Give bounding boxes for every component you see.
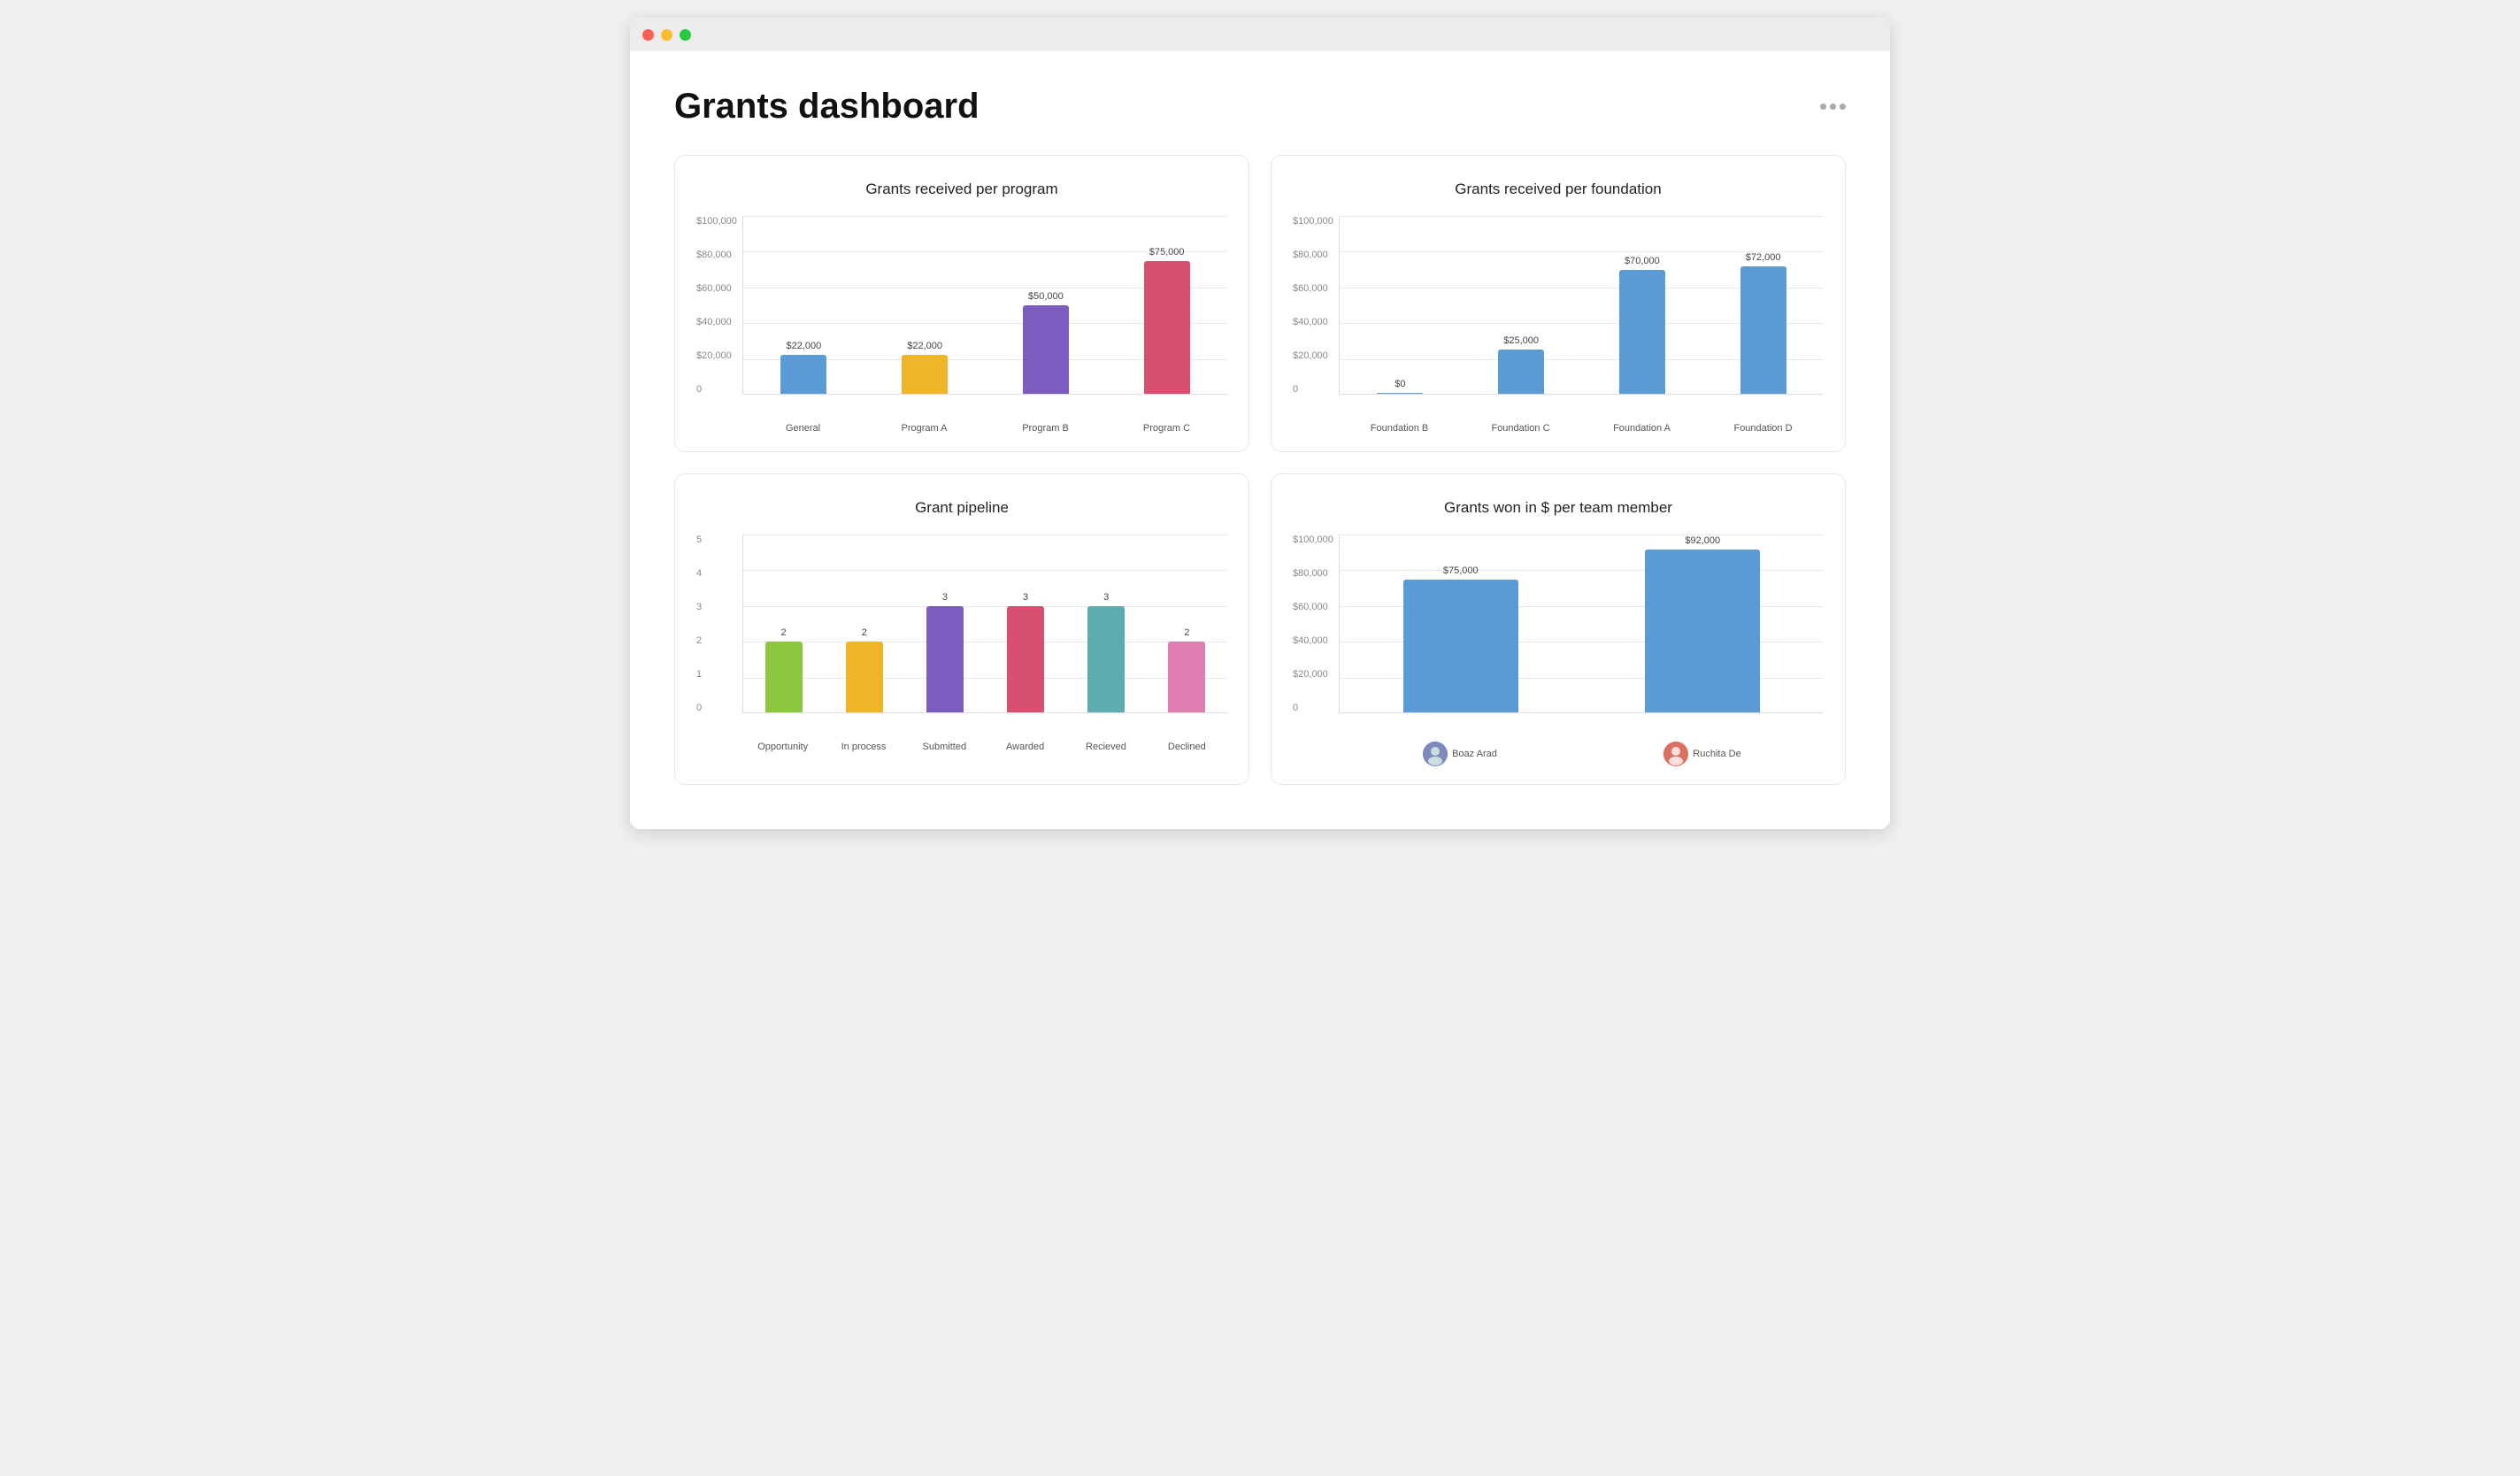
bars-program: $22,000 $22,000 $50,000: [742, 216, 1227, 395]
bar-general: $22,000: [780, 341, 826, 394]
chart-grants-per-program: Grants received per program 0 $20,000 $4…: [674, 155, 1249, 452]
bar-chart-pipeline: 0 1 2 3 4 5: [696, 534, 1227, 752]
chart-grants-per-foundation: Grants received per foundation 0 $20,000…: [1271, 155, 1846, 452]
bar-ruchita-de: $92,000: [1645, 535, 1760, 712]
bar-declined: 2: [1168, 627, 1205, 712]
bar-awarded: 3: [1007, 592, 1044, 712]
bar-foundation-a: $70,000: [1619, 256, 1665, 394]
charts-grid: Grants received per program 0 $20,000 $4…: [674, 155, 1846, 785]
x-labels-program: General Program A Program B Program C: [742, 423, 1227, 434]
page-header: Grants dashboard: [674, 87, 1846, 127]
bar-chart-foundation: 0 $20,000 $40,000 $60,000 $80,000 $100,0…: [1293, 216, 1824, 434]
bar-program-c: $75,000: [1144, 247, 1190, 394]
y-axis-pipeline: 0 1 2 3 4 5: [696, 534, 702, 713]
maximize-dot[interactable]: [680, 29, 691, 41]
avatar-ruchita-img: [1663, 742, 1688, 766]
chart-title-pipeline: Grant pipeline: [696, 499, 1227, 517]
bar-chart-program: 0 $20,000 $40,000 $60,000 $80,000 $100,0…: [696, 216, 1227, 434]
y-axis-program: 0 $20,000 $40,000 $60,000 $80,000 $100,0…: [696, 216, 737, 395]
chart-grants-per-member: Grants won in $ per team member 0 $20,00…: [1271, 473, 1846, 785]
avatar-boaz-img: [1423, 742, 1448, 766]
x-labels-pipeline: Opportunity In process Submitted Awarded…: [742, 742, 1227, 752]
bars-pipeline: 2 2 3 3: [742, 534, 1227, 713]
bar-received: 3: [1087, 592, 1125, 712]
bar-opportunity: 2: [765, 627, 803, 712]
x-labels-member: Boaz Arad: [1339, 742, 1824, 766]
chart-title-foundation: Grants received per foundation: [1293, 181, 1824, 198]
page-title: Grants dashboard: [674, 87, 980, 127]
titlebar: [630, 18, 1890, 51]
bar-foundation-b: $0: [1377, 379, 1423, 394]
x-labels-foundation: Foundation B Foundation C Foundation A F…: [1339, 423, 1824, 434]
bar-in-process: 2: [846, 627, 883, 712]
y-axis-member: 0 $20,000 $40,000 $60,000 $80,000 $100,0…: [1293, 534, 1333, 713]
minimize-dot[interactable]: [661, 29, 672, 41]
bars-member: $75,000 $92,000: [1339, 534, 1824, 713]
chart-title-program: Grants received per program: [696, 181, 1227, 198]
chart-grant-pipeline: Grant pipeline 0 1 2 3 4 5: [674, 473, 1249, 785]
y-axis-foundation: 0 $20,000 $40,000 $60,000 $80,000 $100,0…: [1293, 216, 1333, 395]
bar-boaz-arad: $75,000: [1403, 565, 1518, 712]
bars-foundation: $0 $25,000 $70,000: [1339, 216, 1824, 395]
bar-chart-member: 0 $20,000 $40,000 $60,000 $80,000 $100,0…: [1293, 534, 1824, 766]
bar-submitted: 3: [926, 592, 964, 712]
avatar-boaz: [1423, 742, 1448, 766]
bar-foundation-d: $72,000: [1740, 252, 1786, 394]
close-dot[interactable]: [642, 29, 654, 41]
chart-title-member: Grants won in $ per team member: [1293, 499, 1824, 517]
app-window: Grants dashboard Grants received per pro…: [630, 18, 1890, 829]
more-button[interactable]: [1820, 104, 1846, 110]
bar-program-b: $50,000: [1023, 291, 1069, 394]
bar-foundation-c: $25,000: [1498, 335, 1544, 394]
avatar-ruchita: [1663, 742, 1688, 766]
bar-program-a: $22,000: [902, 341, 948, 394]
